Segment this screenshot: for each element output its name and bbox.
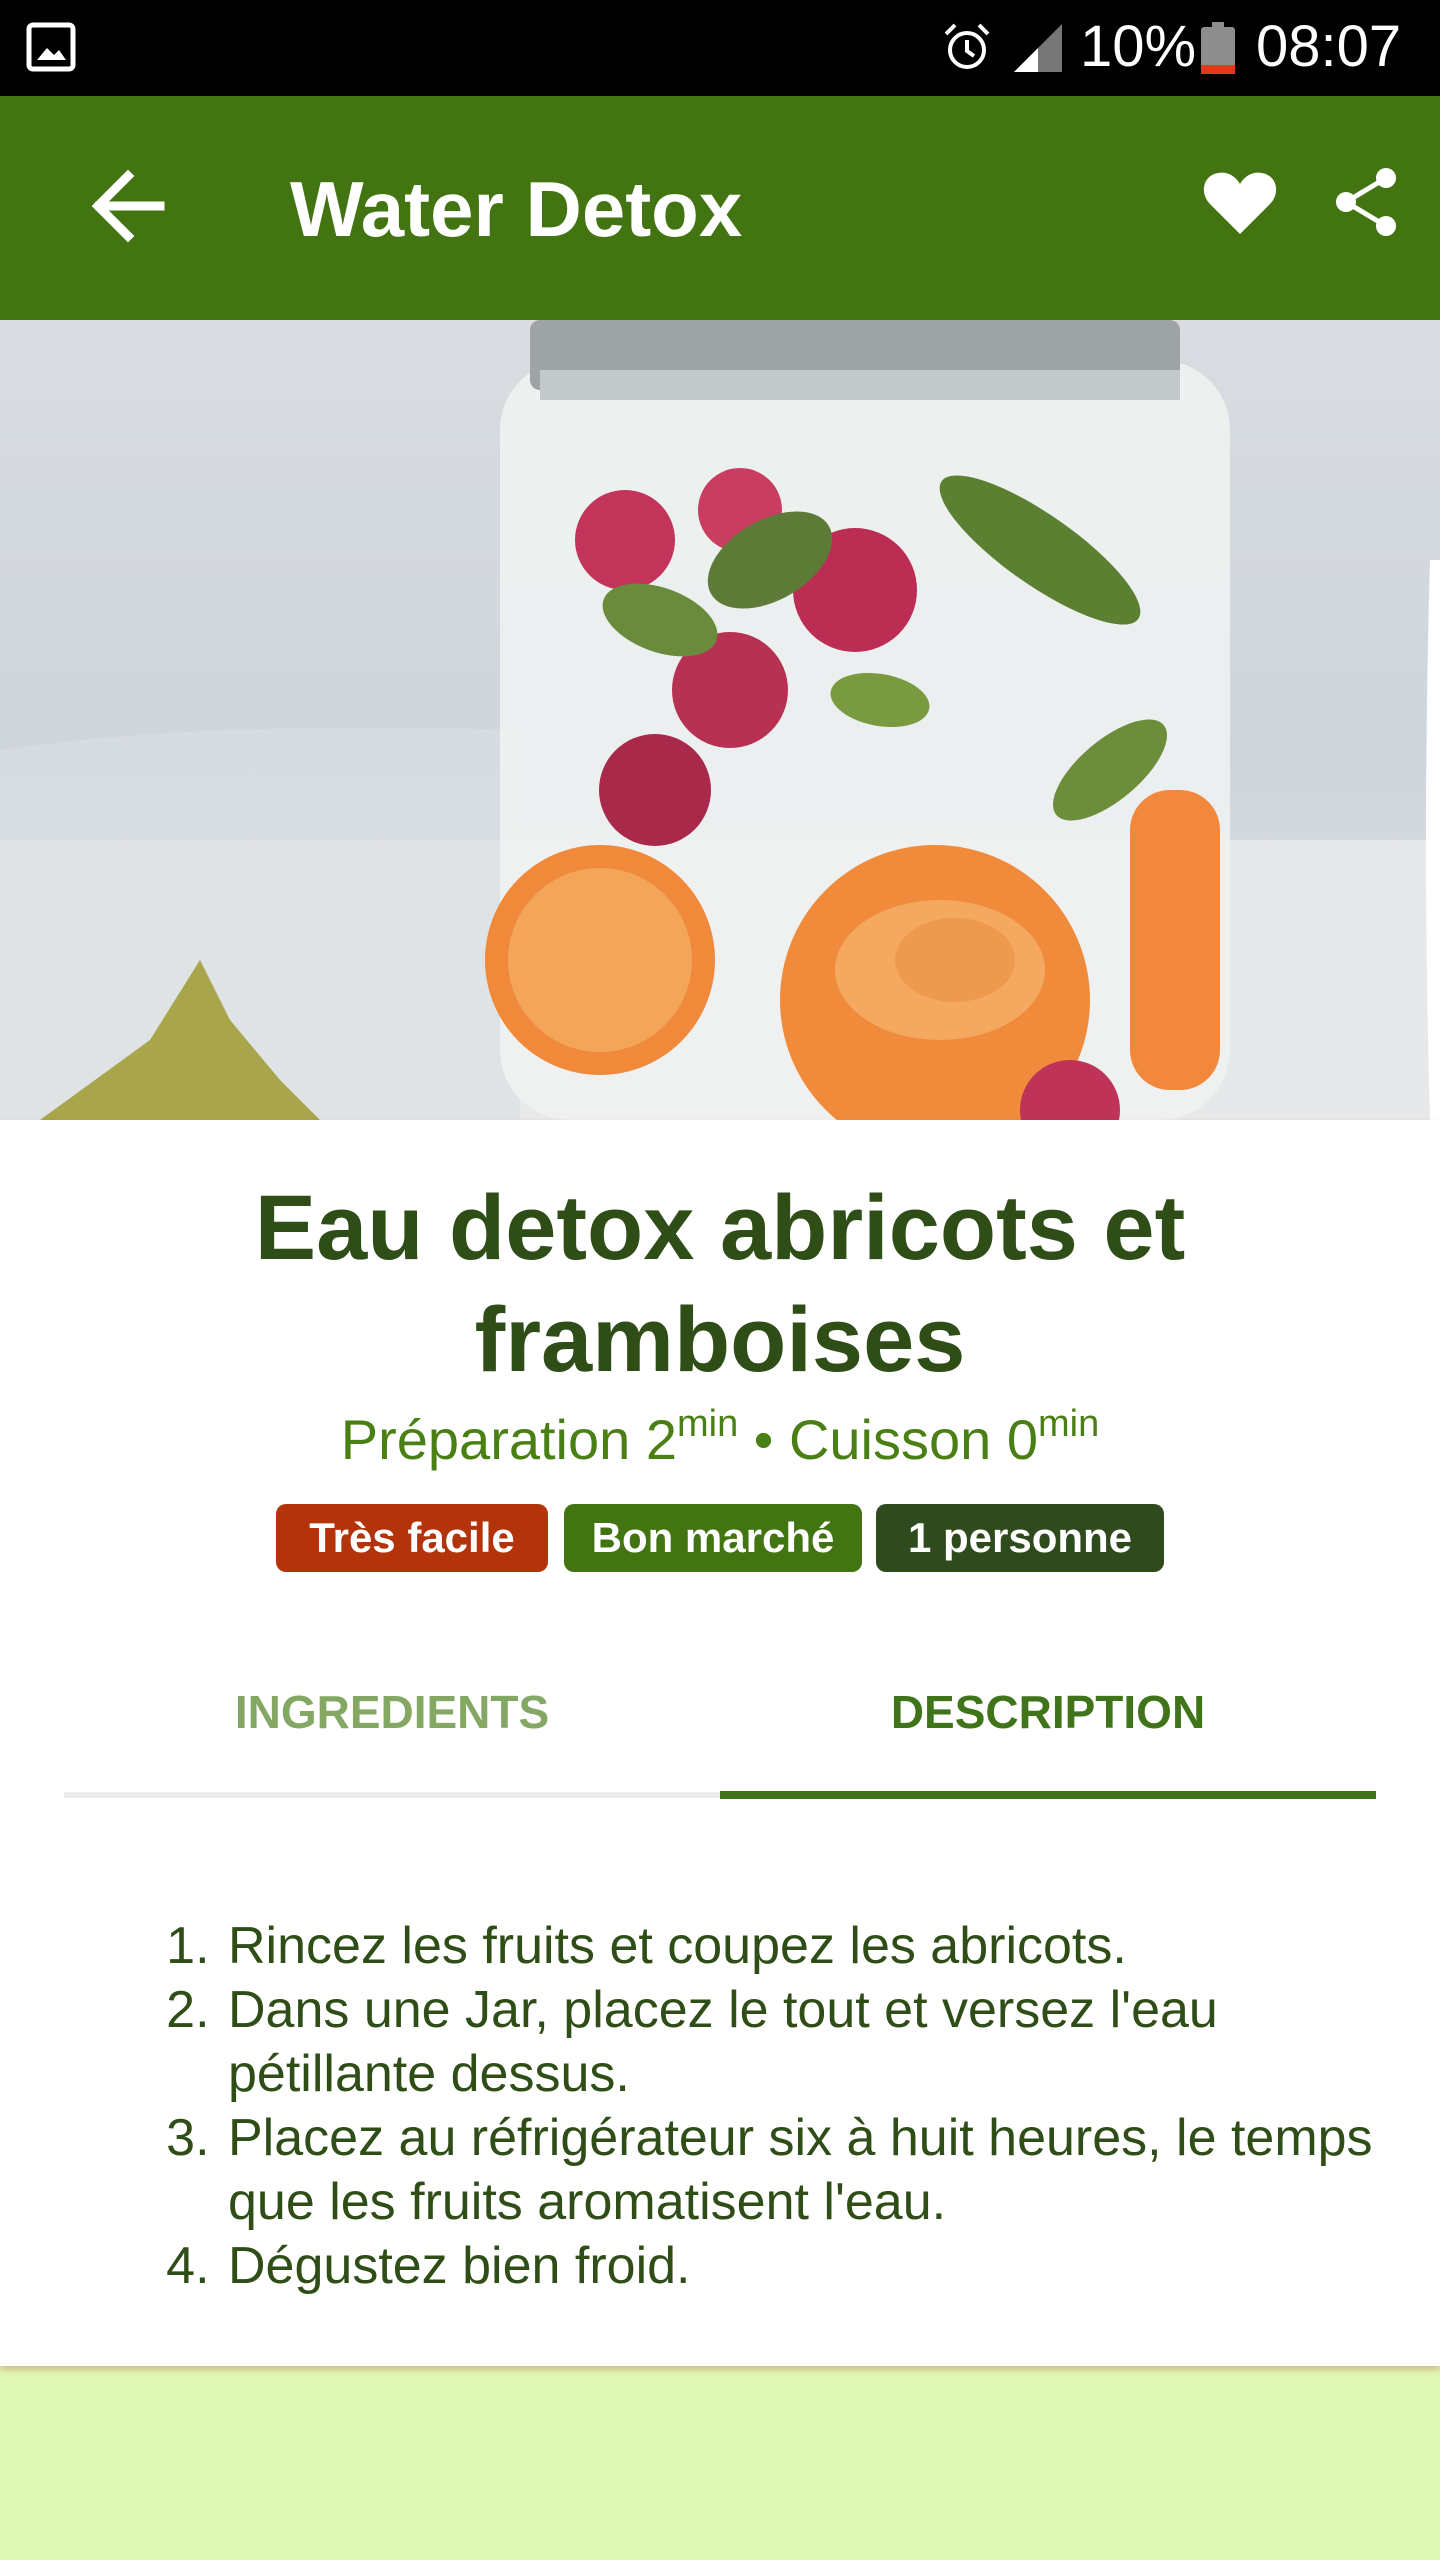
tab-active-indicator (720, 1791, 1376, 1799)
clock: 08:07 (1256, 14, 1402, 79)
servings-badge: 1 personne (876, 1504, 1164, 1572)
times-separator: • (738, 1408, 789, 1471)
status-bar: 10% 08:07 (0, 0, 1440, 96)
prep-time-unit: min (676, 1403, 739, 1446)
tab-description[interactable]: DESCRIPTION (720, 1672, 1376, 1752)
detox-jar-illustration (0, 320, 1440, 1120)
back-arrow-icon[interactable] (80, 156, 180, 256)
cook-time-unit: min (1037, 1403, 1100, 1446)
battery-percent: 10% (1080, 14, 1197, 79)
recipe-times: Préparation 2min • Cuisson 0min (0, 1405, 1440, 1472)
description-steps: Rincez les fruits et coupez les abricots… (160, 1914, 1384, 2298)
recipe-title: Eau detox abricots et framboises (254, 1177, 1186, 1391)
recipe-card: Eau detox abricots et framboises Prépara… (0, 1120, 1440, 2366)
battery-icon (1201, 22, 1235, 74)
alarm-icon (944, 23, 990, 69)
recipe-photo (0, 320, 1440, 1120)
heart-icon[interactable] (1200, 162, 1280, 242)
step-item: Dans une Jar, placez le tout et versez l… (224, 1978, 1384, 2106)
step-item: Rincez les fruits et coupez les abricots… (224, 1914, 1384, 1978)
tab-ingredients[interactable]: INGREDIENTS (64, 1672, 720, 1752)
app-bar: Water Detox (0, 96, 1440, 320)
app-title: Water Detox (290, 165, 743, 253)
signal-icon (1014, 24, 1062, 72)
prep-time: Préparation 2 (340, 1408, 677, 1471)
step-item: Placez au réfrigérateur six à huit heure… (224, 2106, 1384, 2234)
step-item: Dégustez bien froid. (224, 2234, 1384, 2298)
share-icon[interactable] (1326, 162, 1406, 242)
cost-badge: Bon marché (564, 1504, 862, 1572)
cook-time: Cuisson 0 (788, 1408, 1038, 1471)
gallery-icon (26, 22, 76, 72)
difficulty-badge: Très facile (276, 1504, 548, 1572)
